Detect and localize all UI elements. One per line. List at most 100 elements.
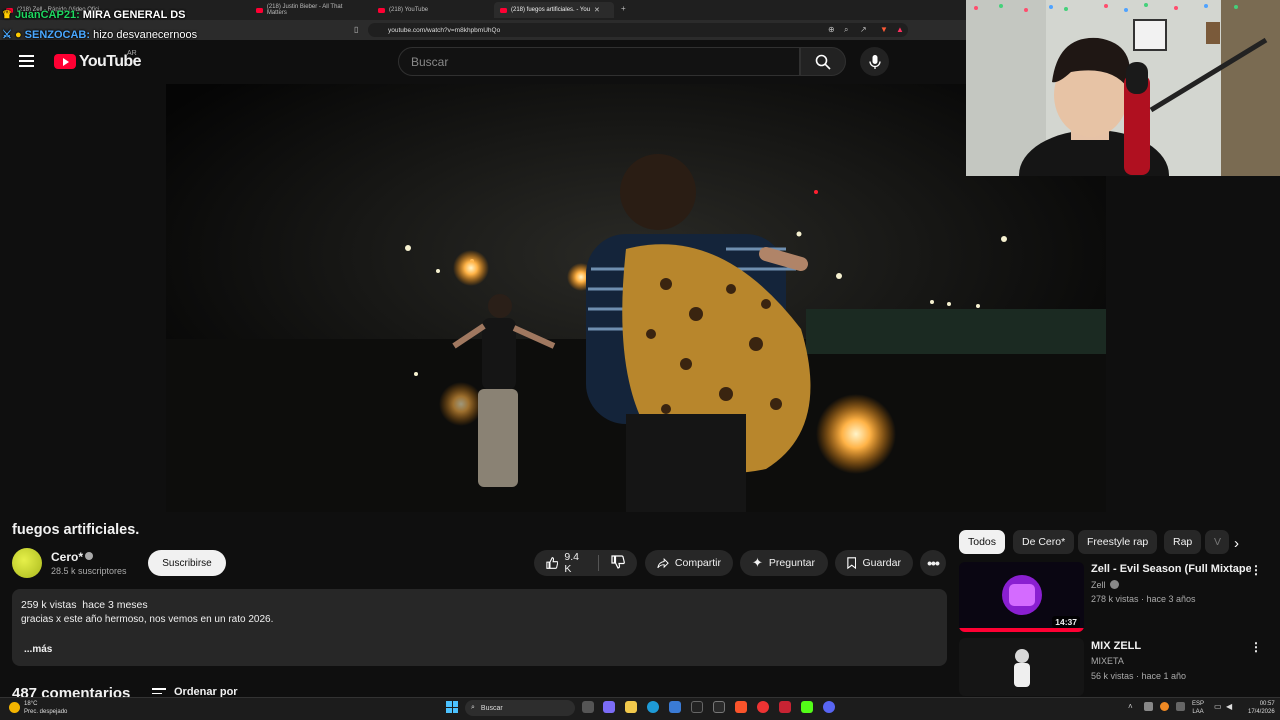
recommendation-title[interactable]: MIX ZELL <box>1091 640 1251 652</box>
chat-message: ⚔ ● SENZOCAB: hizo desvanecernoos <box>2 28 197 41</box>
weather-widget[interactable]: 18°C Prec. despejado <box>24 700 67 716</box>
duration-badge: 14:37 <box>1052 616 1080 628</box>
app-icon[interactable] <box>757 701 769 713</box>
store-icon[interactable] <box>669 701 681 713</box>
voice-search-button[interactable] <box>860 47 889 76</box>
channel-avatar[interactable] <box>12 548 42 578</box>
search-button[interactable] <box>800 47 846 76</box>
ask-label: Preguntar <box>768 557 816 569</box>
subscribe-button[interactable]: Suscribirse <box>148 550 226 576</box>
app-icon[interactable] <box>691 701 703 713</box>
menu-icon[interactable] <box>19 55 34 67</box>
search-input[interactable]: Buscar <box>398 47 800 76</box>
file-explorer-icon[interactable] <box>625 701 637 713</box>
chat-username: JuanCAP21: <box>14 9 80 21</box>
youtube-favicon-icon <box>256 7 263 13</box>
share-page-icon[interactable]: ↗ <box>860 25 867 34</box>
sparkle-icon: ✦ <box>752 555 763 570</box>
chevron-right-icon[interactable]: › <box>1234 535 1239 552</box>
clock-time: 00:57 <box>1259 701 1275 707</box>
save-button[interactable]: Guardar <box>835 550 913 576</box>
chip-from-channel[interactable]: De Cero* <box>1013 530 1075 554</box>
clock-date: 17/4/2026 <box>1248 709 1275 715</box>
subscriber-count: 28.5 k suscriptores <box>51 566 127 576</box>
url-field[interactable]: youtube.com/watch?v=m8khpbmUhQo <box>368 23 908 37</box>
tray-app-icon[interactable] <box>1176 702 1185 711</box>
verified-icon <box>85 552 93 560</box>
bookmark-save-icon <box>847 557 857 570</box>
search-icon <box>815 54 831 70</box>
chat-username: SENZOCAB: <box>24 29 91 41</box>
discord-icon[interactable] <box>823 701 835 713</box>
url-text: youtube.com/watch?v=m8khpbmUhQo <box>388 26 501 34</box>
edge-icon[interactable] <box>647 701 659 713</box>
app-icon[interactable] <box>779 701 791 713</box>
browser-tab-bieber[interactable]: (218) Justin Bieber - All That Matters <box>250 2 368 18</box>
recommendation-channel[interactable]: Zell <box>1091 580 1106 590</box>
tray-app-icon[interactable] <box>1160 702 1169 711</box>
show-more-link[interactable]: ...más <box>24 644 52 655</box>
taskbar-clock[interactable]: 00:57 17/4/2026 <box>1248 700 1275 716</box>
teams-icon[interactable] <box>603 701 615 713</box>
save-label: Guardar <box>862 557 901 569</box>
youtube-favicon-icon <box>500 7 507 13</box>
bookmark-icon[interactable]: ▯ <box>354 25 358 34</box>
share-icon <box>657 557 669 568</box>
browser-tab-active[interactable]: (218) fuegos artificiales. - You ✕ <box>494 2 614 18</box>
views-and-date: 259 k vistas hace 3 meses <box>21 599 148 611</box>
language-indicator[interactable]: ESP LAA <box>1192 700 1204 716</box>
webcam-frame <box>966 0 1280 176</box>
channel-name[interactable]: Cero* <box>51 550 83 564</box>
like-dislike-group: 9.4 K <box>534 550 637 576</box>
tray-chevron-icon[interactable]: ˄ <box>1128 702 1133 711</box>
recommendation-thumbnail[interactable]: 14:37 <box>959 562 1084 632</box>
ask-button[interactable]: ✦ Preguntar <box>740 550 828 576</box>
dislike-button[interactable] <box>611 554 625 572</box>
app-icon[interactable] <box>713 701 725 713</box>
close-tab-icon[interactable]: ✕ <box>594 6 600 14</box>
thumbs-down-icon <box>611 554 625 569</box>
more-vertical-icon[interactable]: ⋮ <box>1250 563 1262 577</box>
weather-desc: Prec. despejado <box>24 709 68 715</box>
chip-freestyle-rap[interactable]: Freestyle rap <box>1078 530 1158 554</box>
kick-icon[interactable] <box>801 701 813 713</box>
taskbar-search[interactable]: ⌕ Buscar <box>465 700 575 716</box>
browser-tab-youtube[interactable]: (218) YouTube <box>372 2 490 18</box>
rewards-icon[interactable]: ▲ <box>896 25 904 34</box>
chip-partial[interactable]: V <box>1205 530 1229 554</box>
share-button[interactable]: Compartir <box>645 550 733 576</box>
tab-label: (218) fuegos artificiales. - You <box>511 7 591 13</box>
chip-rap[interactable]: Rap <box>1164 530 1202 554</box>
description-box[interactable] <box>12 589 947 666</box>
volume-icon[interactable]: ◀ <box>1226 702 1232 711</box>
recommendation-channel[interactable]: MIXETA <box>1091 656 1124 666</box>
brave-shield-icon[interactable]: ▼ <box>880 25 888 34</box>
recommendation-thumbnail[interactable] <box>959 638 1084 696</box>
zoom-icon[interactable]: ⊕ <box>828 25 835 34</box>
youtube-logo-icon[interactable] <box>54 54 76 69</box>
tab-label: (218) YouTube <box>389 7 429 13</box>
brave-browser-icon[interactable] <box>735 701 747 713</box>
chip-all[interactable]: Todos <box>959 530 1006 554</box>
more-actions-button[interactable]: ••• <box>920 550 946 576</box>
thumbs-up-icon <box>546 557 559 569</box>
crown-icon: ♛ <box>2 9 12 21</box>
network-icon[interactable]: ▭ <box>1214 702 1222 711</box>
recommendation-title[interactable]: Zell - Evil Season (Full Mixtape) <box>1091 563 1251 575</box>
like-count: 9.4 K <box>564 551 579 575</box>
video-title: fuegos artificiales. <box>12 522 140 538</box>
windows-taskbar <box>0 697 1280 720</box>
windows-start-icon[interactable] <box>446 701 458 713</box>
language-line2: LAA <box>1192 709 1204 715</box>
search-page-icon[interactable]: ⌕ <box>844 25 848 35</box>
search-icon: ⌕ <box>471 704 475 711</box>
task-view-icon[interactable] <box>582 701 594 713</box>
more-vertical-icon[interactable]: ⋮ <box>1250 640 1262 654</box>
like-button[interactable]: 9.4 K <box>546 551 586 575</box>
weather-icon[interactable] <box>9 702 20 713</box>
new-tab-icon[interactable]: + <box>621 4 626 13</box>
video-player[interactable] <box>166 84 1106 512</box>
more-horizontal-icon: ••• <box>927 555 940 571</box>
tray-app-icon[interactable] <box>1144 702 1153 711</box>
verified-icon <box>1110 580 1119 589</box>
